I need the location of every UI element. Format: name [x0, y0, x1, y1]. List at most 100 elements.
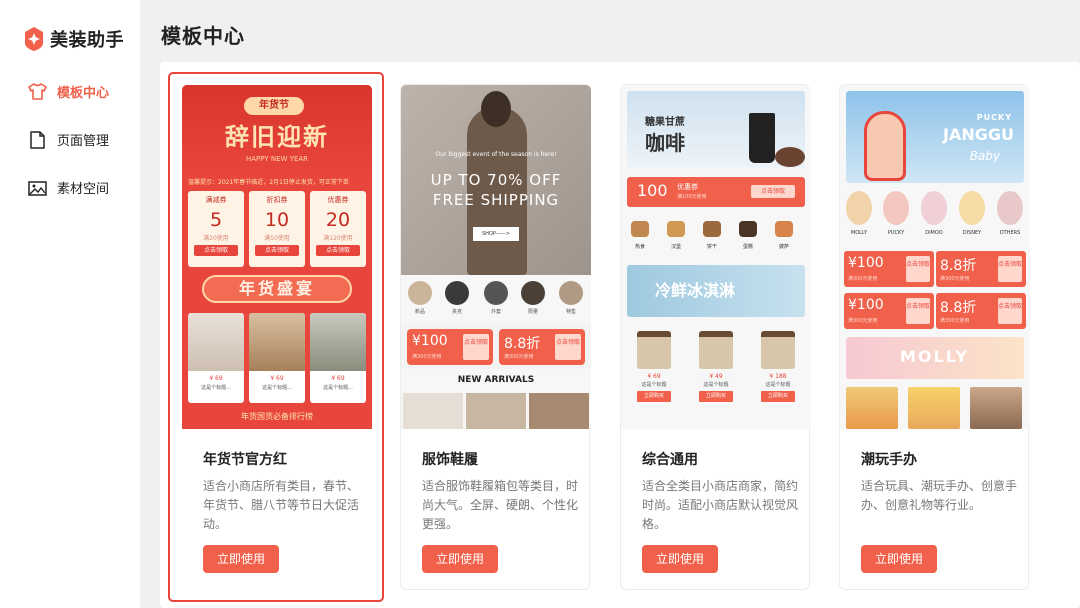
preview-shop-button: SHOP——>: [473, 227, 519, 241]
product-photo: [188, 313, 244, 371]
hero-small-text: 糖果甘蔗: [645, 117, 685, 128]
template-grid: 年货节 辞旧迎新 HAPPY NEW YEAR 温馨提示：2021年春节临近，2…: [160, 62, 1080, 608]
category-label: 限量: [527, 309, 538, 315]
voucher-value: ¥100: [848, 297, 884, 313]
preview-subtitle: HAPPY NEW YEAR: [246, 155, 308, 163]
voucher-value: ¥100: [848, 255, 884, 271]
preview-tagline: Our biggest event of the season is here!: [435, 151, 557, 158]
preview-item: ¥ 69 这是个标题 立即购买: [631, 331, 677, 407]
category-photo: [484, 281, 508, 305]
coupon-action: 点击领取: [255, 245, 299, 256]
item-photo: [699, 331, 733, 369]
use-template-button[interactable]: 立即使用: [642, 545, 718, 573]
use-template-button[interactable]: 立即使用: [203, 545, 279, 573]
product-price: ¥ 69: [331, 375, 345, 382]
toy-icon: [997, 191, 1023, 225]
preview-food-category: 蛋糕: [737, 221, 759, 250]
preview-coupon: 优惠券 20 满120使用 点击领取: [310, 191, 366, 267]
sidebar-item-assets[interactable]: 素材空间: [28, 178, 109, 197]
preview-section-title: NEW ARRIVALS: [457, 375, 535, 385]
preview-item: ¥ 49 这是个标题 立即购买: [693, 331, 739, 407]
toy-icon: [846, 191, 872, 225]
toy-label: OTHERS: [999, 230, 1021, 236]
preview-hero: PUCKY JANGGU Baby: [846, 91, 1024, 183]
sidebar: 美装助手 模板中心 页面管理 素材空间: [0, 0, 140, 608]
preview-voucher: ¥100 满300元使用 点击领取: [407, 329, 493, 365]
coupon-action: 点击领取: [751, 185, 795, 198]
preview-coupon: 100 优惠券 满100元使用 点击领取: [627, 177, 805, 207]
toy-label: PUCKY: [887, 230, 905, 236]
coupon-label: 优惠券: [677, 183, 698, 191]
template-description: 适合服饰鞋履箱包等类目，时尚大气。全屏、硬朗、个性化更强。: [422, 479, 579, 531]
voucher-value: ¥100: [412, 333, 448, 349]
preview-product: ¥ 69 这是个标题...: [188, 313, 244, 403]
template-card-newyear[interactable]: 年货节 辞旧迎新 HAPPY NEW YEAR 温馨提示：2021年春节临近，2…: [181, 84, 372, 590]
item-name: 这是个标题: [641, 382, 667, 388]
logo-icon: [25, 27, 43, 51]
preview-food-category: 汉堡: [665, 221, 687, 250]
hero-text-2: JANGGU: [943, 125, 1014, 144]
food-label: 饼干: [706, 244, 717, 250]
shirt-icon: [28, 83, 47, 100]
sidebar-item-label: 素材空间: [57, 182, 110, 197]
coupon-value: 100: [637, 181, 668, 200]
voucher-action: 点击领取: [906, 298, 930, 324]
food-icon: [739, 221, 757, 237]
template-description: 适合全类目小商店商家，简约时尚。适配小商店默认视觉风格。: [642, 479, 799, 531]
item-buy: 立即购买: [699, 391, 733, 402]
product-photo: [249, 313, 305, 371]
preview-toy-category: DISNEY: [957, 191, 987, 236]
preview-food-category: 饼干: [701, 221, 723, 250]
use-template-button[interactable]: 立即使用: [861, 545, 937, 573]
toy-label: DIMOO: [925, 230, 943, 236]
template-title: 综合通用: [642, 452, 698, 468]
item-photo: [637, 331, 671, 369]
category-label: 夹克: [451, 309, 462, 315]
item-name: 这是个标题: [703, 382, 729, 388]
food-label: 热食: [634, 244, 645, 250]
preview-footer: 年货国货必备排行榜: [241, 412, 313, 421]
preview-voucher: 8.8折 满300元使用 点击领取: [499, 329, 585, 365]
toy-icon: [959, 191, 985, 225]
template-preview: 糖果甘蔗 咖啡 100 优惠券 满100元使用 点击领取 热食 汉堡 饼干 蛋糕…: [621, 85, 811, 429]
preview-category: 夹克: [444, 281, 470, 315]
category-photo: [408, 281, 432, 305]
template-card-fashion[interactable]: Our biggest event of the season is here!…: [400, 84, 591, 590]
preview-notice: 温馨提示：2021年春节临近，2月1日停止发货，可正常下单: [188, 179, 349, 186]
sidebar-item-templates[interactable]: 模板中心: [28, 82, 109, 101]
product-photo: [310, 313, 366, 371]
preview-voucher: 8.8折 满300元使用 点击领取: [936, 293, 1026, 329]
preview-coupon: 折扣券 10 满50使用 点击领取: [249, 191, 305, 267]
template-card-general[interactable]: 糖果甘蔗 咖啡 100 优惠券 满100元使用 点击领取 热食 汉堡 饼干 蛋糕…: [620, 84, 811, 590]
preview-category: 特售: [558, 281, 584, 315]
page-title: 模板中心: [161, 24, 245, 48]
voucher-note: 满300元使用: [940, 318, 970, 324]
template-preview: 年货节 辞旧迎新 HAPPY NEW YEAR 温馨提示：2021年春节临近，2…: [182, 85, 372, 429]
use-template-button[interactable]: 立即使用: [422, 545, 498, 573]
preview-photo: [970, 387, 1022, 429]
template-card-toys[interactable]: PUCKY JANGGU Baby MOLLY PUCKY DIMOO DISN…: [839, 84, 1030, 590]
sidebar-item-pages[interactable]: 页面管理: [28, 130, 109, 149]
toy-figure: [864, 111, 906, 181]
template-title: 潮玩手办: [861, 452, 917, 468]
donut: [775, 147, 805, 167]
preview-category: 外套: [483, 281, 509, 315]
coupon-type: 优惠券: [327, 196, 349, 204]
category-photo: [521, 281, 545, 305]
product-price: ¥ 69: [209, 375, 223, 382]
toy-label: DISNEY: [962, 230, 982, 236]
preview-item: ¥ 188 这是个标题 立即购买: [755, 331, 801, 407]
coupon-value: 5: [209, 209, 223, 231]
hero-text-1: PUCKY: [976, 113, 1012, 122]
voucher-note: 满300元使用: [848, 276, 878, 282]
preview-photo: [846, 387, 898, 429]
preview-coupon: 满减券 5 满20使用 点击领取: [188, 191, 244, 267]
preview-toy-category: OTHERS: [995, 191, 1025, 236]
coupon-value: 10: [264, 209, 290, 231]
toy-label: MOLLY: [850, 230, 868, 236]
preview-category: 新品: [407, 281, 433, 315]
preview-voucher: ¥100 满300元使用 点击领取: [844, 293, 934, 329]
preview-photo: [466, 393, 526, 429]
preview-headline: UP TO 70% OFF: [430, 171, 562, 189]
voucher-note: 满300元使用: [412, 354, 442, 360]
